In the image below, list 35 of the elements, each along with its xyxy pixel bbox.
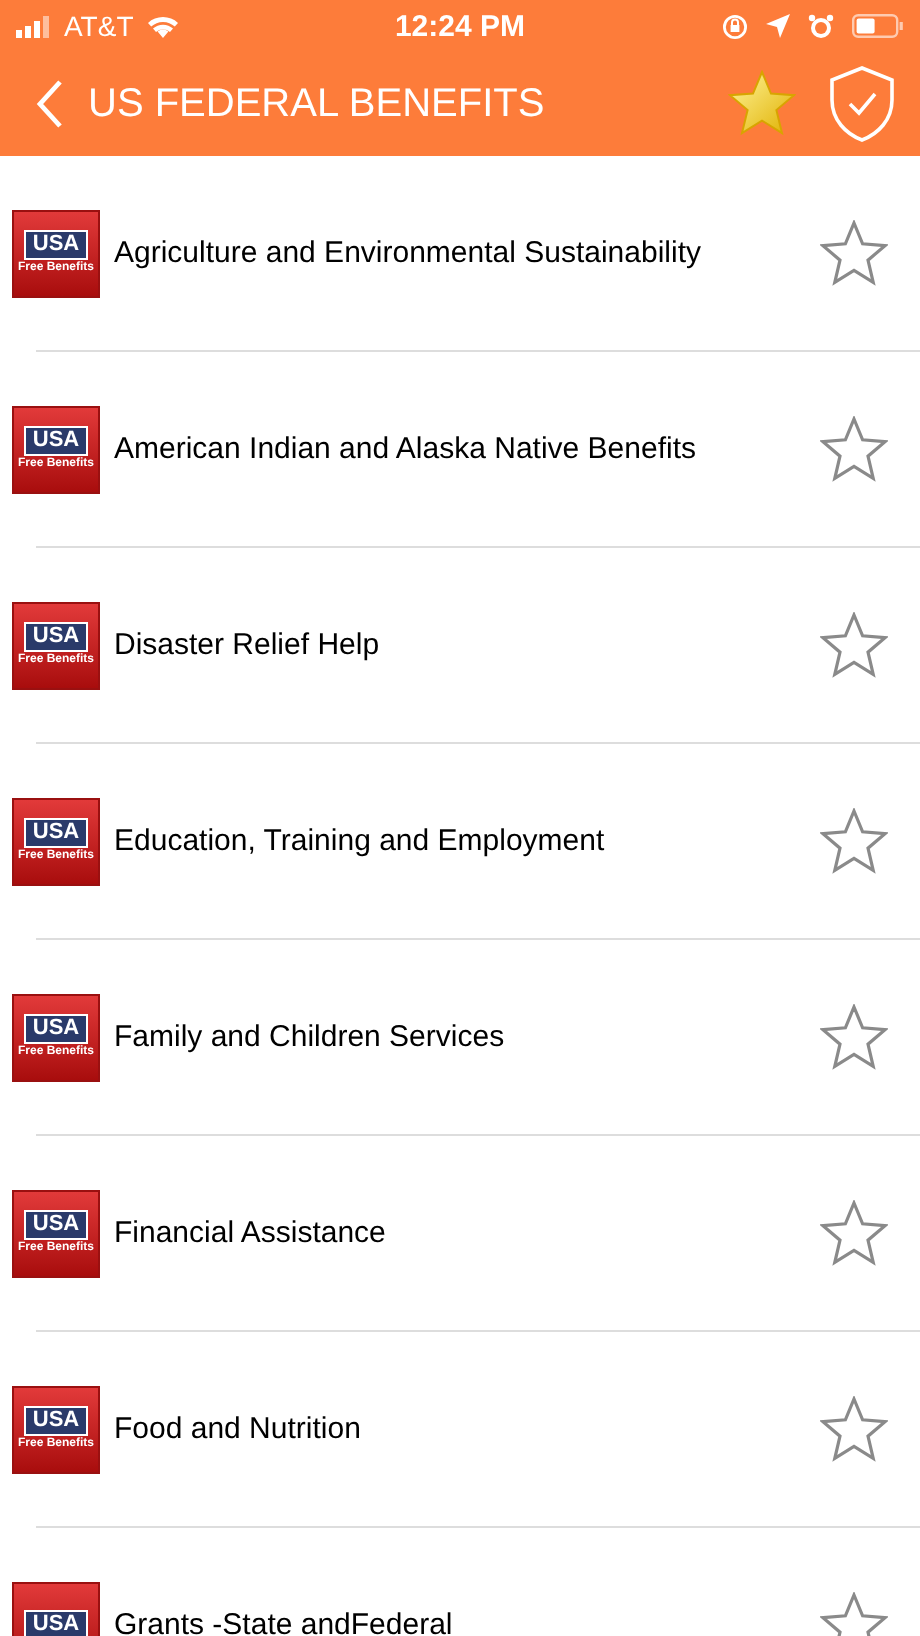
star-outline-icon[interactable] xyxy=(820,611,888,679)
battery-icon xyxy=(852,14,904,38)
category-label[interactable]: Disaster Relief Help xyxy=(114,628,820,662)
star-outline-icon[interactable] xyxy=(820,1395,888,1463)
logo-text: USA xyxy=(32,820,80,846)
logo-text: USA xyxy=(32,232,80,258)
favorites-star-icon[interactable] xyxy=(728,70,796,138)
clock-time: 12:24 PM xyxy=(392,9,528,43)
rotation-lock-icon xyxy=(722,13,748,39)
category-label[interactable]: Food and Nutrition xyxy=(114,1412,820,1446)
carrier-name: AT&T xyxy=(64,10,134,42)
logo-text: USA xyxy=(32,428,80,454)
category-label[interactable]: Education, Training and Employment xyxy=(114,824,820,858)
shield-check-icon[interactable] xyxy=(828,64,896,144)
signal-icon xyxy=(16,15,52,37)
alarm-icon xyxy=(808,13,834,39)
category-label[interactable]: American Indian and Alaska Native Benefits xyxy=(114,432,820,466)
category-label[interactable]: Family and Children Services xyxy=(114,1020,820,1054)
logo-text: USA xyxy=(32,624,80,650)
logo-text: USA xyxy=(32,1016,80,1042)
star-outline-icon[interactable] xyxy=(820,1199,888,1267)
logo-text: USA xyxy=(32,1212,80,1238)
star-outline-icon[interactable] xyxy=(820,415,888,483)
star-outline-icon[interactable] xyxy=(820,807,888,875)
category-label[interactable]: Grants -State andFederal xyxy=(114,1608,820,1636)
star-outline-icon[interactable] xyxy=(820,219,888,287)
wifi-icon xyxy=(145,14,180,38)
logo-text: USA xyxy=(32,1408,80,1434)
star-outline-icon[interactable] xyxy=(820,1003,888,1071)
logo-text: USA xyxy=(32,1612,80,1636)
chevron-left-icon xyxy=(36,78,64,130)
category-label[interactable]: Agriculture and Environmental Sustainability xyxy=(114,236,820,270)
page-title: US FEDERAL BENEFITS xyxy=(88,81,545,127)
category-label[interactable]: Financial Assistance xyxy=(114,1216,820,1250)
location-icon xyxy=(766,14,790,38)
